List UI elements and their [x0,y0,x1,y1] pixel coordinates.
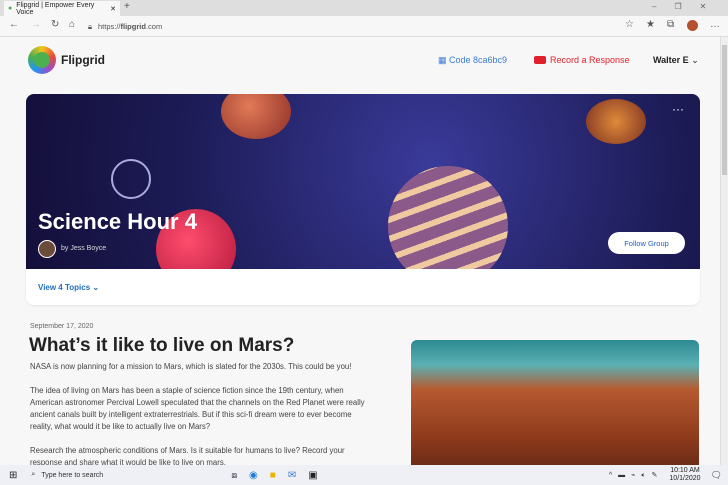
topic-paragraph: The idea of living on Mars has been a st… [30,386,365,431]
user-name: Walter E [653,55,689,65]
windows-start-icon[interactable]: ⊞ [9,470,17,481]
camera-icon [534,56,546,64]
group-title: Science Hour 4 [38,209,197,234]
topic-date: September 17, 2020 [30,323,94,330]
record-response-button[interactable]: Record a Response [534,55,630,65]
chevron-down-icon: ⌄ [691,55,699,65]
flipgrid-logo-icon[interactable] [28,46,56,74]
owner-byline: by Jess Boyce [61,245,107,252]
planet-image [388,166,508,269]
planet-image [221,94,291,139]
taskbar-search[interactable]: Type here to search [41,472,191,479]
clock-date: 10/1/2020 [669,475,701,482]
qr-icon: ▦ [438,55,450,65]
task-view-icon[interactable]: ⧈ [231,470,237,481]
clock[interactable]: 10:10 AM 10/1/2020 [669,467,700,483]
system-tray-icons[interactable]: ^▬⌁🔈︎✎ [609,471,664,480]
code-label: Code 8ca6bc9 [449,55,508,65]
more-icon[interactable]: … [710,19,720,30]
favicon-icon: ● [8,5,13,12]
collections-icon[interactable]: ⧉ [667,19,674,30]
tab-title: Flipgrid | Empower Every Voice [16,1,95,16]
window-controls[interactable]: –❐✕ [652,2,724,11]
profile-avatar[interactable] [687,20,698,31]
favorite-star-icon[interactable]: ☆ [625,19,634,30]
topic-media-image[interactable] [411,340,699,465]
home-icon[interactable]: ⌂ [69,19,75,30]
notifications-icon[interactable]: 🗨︎ [711,470,722,481]
edge-icon[interactable]: ◉ [249,470,258,481]
more-options-icon[interactable]: ··· [672,102,684,116]
address-bar[interactable]: 🔒︎ https://flipgrid.com [88,18,608,35]
view-topics-dropdown[interactable]: View 4 Topics ⌄ [38,283,99,292]
owner-avatar [38,240,56,258]
back-icon[interactable]: ← [9,19,19,30]
close-tab-icon[interactable]: ✕ [110,5,116,13]
page-content: Flipgrid ▦ Code 8ca6bc9 Record a Respons… [0,37,720,465]
topic-title: What’s it like to live on Mars? [29,335,295,356]
topic-paragraph: Research the atmospheric conditions of M… [30,446,345,465]
planet-image [111,159,151,199]
record-label: Record a Response [550,55,630,65]
view-topics-label: View 4 Topics [38,283,91,292]
clock-time: 10:10 AM [670,467,700,474]
group-banner: ··· Science Hour 4 by Jess Boyce Follow … [26,94,700,269]
favorites-icon[interactable]: ★ [646,19,655,30]
planet-image [586,99,646,144]
tab-bar: ● Flipgrid | Empower Every Voice ✕ + –❐✕ [0,0,728,16]
follow-group-button[interactable]: Follow Group [608,232,685,254]
mail-icon[interactable]: ✉ [288,470,296,481]
scrollbar-thumb[interactable] [722,45,727,175]
url-text: https://flipgrid.com [98,22,163,31]
taskbar: ⊞ ⌕ Type here to search ⧈ ◉ ■ ✉ ▣ ^▬⌁🔈︎✎… [0,465,728,485]
browser-toolbar: ← → ↻ ⌂ 🔒︎ https://flipgrid.com ☆ ★ ⧉ … [0,16,728,37]
chevron-down-icon: ⌄ [92,283,100,292]
group-code[interactable]: ▦ Code 8ca6bc9 [438,55,507,66]
browser-tab[interactable]: ● Flipgrid | Empower Every Voice ✕ [4,1,120,16]
refresh-icon[interactable]: ↻ [51,19,59,30]
store-icon[interactable]: ▣ [308,470,317,481]
forward-icon[interactable]: → [31,19,41,30]
topic-paragraph: NASA is now planning for a mission to Ma… [30,362,352,371]
search-icon: ⌕ [31,471,36,478]
file-explorer-icon[interactable]: ■ [270,470,276,481]
new-tab-icon[interactable]: + [124,1,130,12]
lock-icon: 🔒︎ [88,21,92,31]
logo-text[interactable]: Flipgrid [61,53,105,67]
topics-bar: View 4 Topics ⌄ [26,269,700,305]
user-menu[interactable]: Walter E ⌄ [653,55,699,66]
